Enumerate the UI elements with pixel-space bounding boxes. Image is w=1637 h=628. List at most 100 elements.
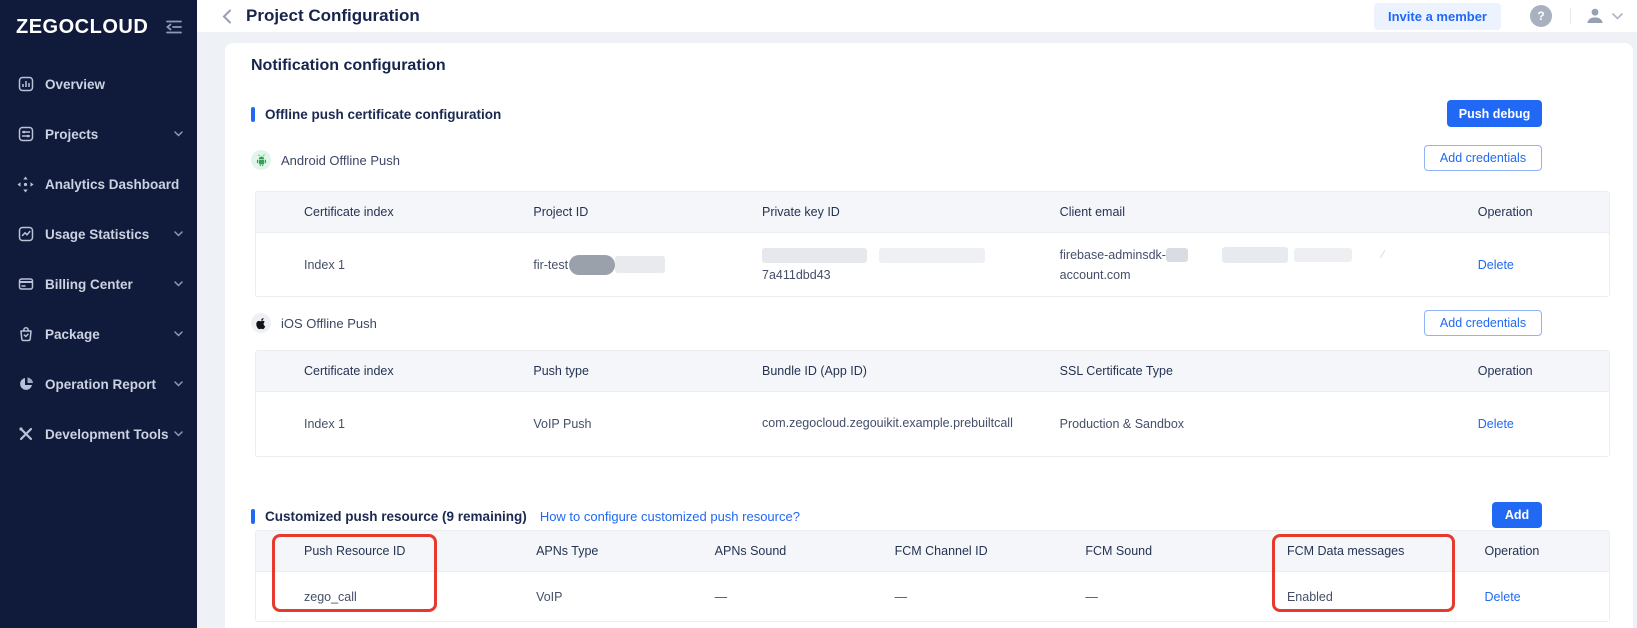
apns-sound-cell: — xyxy=(715,590,895,604)
delete-link[interactable]: Delete xyxy=(1484,590,1520,604)
column-header: Certificate index xyxy=(256,205,533,219)
redacted-blur xyxy=(762,248,867,263)
topbar-divider xyxy=(1570,8,1571,24)
ios-add-credentials-button[interactable]: Add credentials xyxy=(1424,310,1542,336)
android-offline-push-row: Android Offline Push xyxy=(251,147,400,173)
development-tools-icon xyxy=(17,426,34,442)
push-type-cell: VoIP Push xyxy=(533,417,762,431)
certificate-index-cell: Index 1 xyxy=(256,417,533,431)
delete-link[interactable]: Delete xyxy=(1478,417,1514,431)
bundle-id-cell: com.zegocloud.zegouikit.example.prebuilt… xyxy=(762,414,1014,433)
help-icon[interactable]: ? xyxy=(1530,5,1552,27)
column-header: APNs Sound xyxy=(715,544,895,558)
redacted-blur xyxy=(1222,247,1288,263)
notification-configuration-panel: Notification configuration Offline push … xyxy=(225,43,1633,628)
sidebar-item-label: Projects xyxy=(45,127,98,142)
redacted-blur xyxy=(569,255,615,275)
add-button[interactable]: Add xyxy=(1492,502,1542,528)
offline-push-section-header: Offline push certificate configuration xyxy=(251,100,501,128)
sidebar-item-overview[interactable]: Overview xyxy=(0,60,197,108)
column-header: Operation xyxy=(1478,364,1609,378)
sidebar-item-label: Analytics Dashboard xyxy=(45,177,179,192)
sidebar-item-label: Billing Center xyxy=(45,277,133,292)
android-offline-push-label: Android Offline Push xyxy=(281,153,400,168)
private-key-id-text: 7a411dbd43 xyxy=(762,268,1060,282)
redacted-blur xyxy=(615,256,665,273)
column-header: FCM Sound xyxy=(1085,544,1287,558)
column-header: SSL Certificate Type xyxy=(1060,364,1478,378)
back-icon[interactable] xyxy=(222,9,232,24)
column-header: FCM Channel ID xyxy=(895,544,1086,558)
analytics-dashboard-icon xyxy=(17,176,34,193)
column-header: Client email xyxy=(1060,205,1478,219)
redacted-blur xyxy=(1166,248,1188,262)
ios-table-header: Certificate index Push type Bundle ID (A… xyxy=(256,351,1609,392)
column-header: Bundle ID (App ID) xyxy=(762,364,1060,378)
redacted-blur xyxy=(1294,248,1352,262)
projects-icon xyxy=(17,126,34,142)
column-header: Push type xyxy=(533,364,762,378)
sidebar-item-label: Development Tools xyxy=(45,427,169,442)
account-chevron-down-icon[interactable] xyxy=(1612,13,1623,20)
ssl-certificate-type-cell: Production & Sandbox xyxy=(1060,417,1478,431)
fcm-channel-id-cell: — xyxy=(895,590,1086,604)
operation-cell: Delete xyxy=(1478,417,1609,431)
page-header-title: Project Configuration xyxy=(246,6,420,26)
user-avatar-icon[interactable] xyxy=(1583,4,1607,28)
collapse-sidebar-icon[interactable] xyxy=(165,20,183,34)
billing-center-icon xyxy=(17,276,34,292)
android-table-header: Certificate index Project ID Private key… xyxy=(256,192,1609,233)
sidebar-item-label: Package xyxy=(45,327,100,342)
column-header: Project ID xyxy=(533,205,762,219)
project-id-cell: fir-test xyxy=(533,255,762,275)
redacted-slash: ⁄ xyxy=(1382,249,1384,261)
ios-push-table: Certificate index Push type Bundle ID (A… xyxy=(255,350,1610,457)
zegocloud-logo: ZEGOCLOUD xyxy=(16,16,148,39)
invite-member-button[interactable]: Invite a member xyxy=(1374,3,1501,30)
push-debug-button[interactable]: Push debug xyxy=(1447,100,1542,127)
android-add-credentials-button[interactable]: Add credentials xyxy=(1424,145,1542,171)
section-page-title: Notification configuration xyxy=(251,57,446,75)
column-header: APNs Type xyxy=(536,544,715,558)
column-header: FCM Data messages xyxy=(1287,544,1485,558)
sidebar-item-analytics-dashboard[interactable]: Analytics Dashboard xyxy=(0,160,197,208)
sidebar: ZEGOCLOUD Overview xyxy=(0,0,197,628)
client-email-text: firebase-adminsdk- xyxy=(1060,248,1166,262)
overview-icon xyxy=(17,76,34,92)
sidebar-item-projects[interactable]: Projects xyxy=(0,110,197,158)
sidebar-item-label: Overview xyxy=(45,77,105,92)
sidebar-item-billing-center[interactable]: Billing Center xyxy=(0,260,197,308)
customized-push-table: Push Resource ID APNs Type APNs Sound FC… xyxy=(255,530,1610,622)
sidebar-item-label: Usage Statistics xyxy=(45,227,149,242)
customized-push-section-header: Customized push resource (9 remaining) H… xyxy=(251,503,800,529)
column-header: Operation xyxy=(1478,205,1609,219)
ios-offline-push-label: iOS Offline Push xyxy=(281,316,377,331)
redacted-line xyxy=(762,248,1060,263)
chevron-down-icon xyxy=(174,231,183,237)
ios-offline-push-row: iOS Offline Push xyxy=(251,310,377,336)
operation-cell: Delete xyxy=(1478,258,1609,272)
push-resource-id-cell: zego_call xyxy=(256,590,536,604)
usage-statistics-icon xyxy=(17,226,34,242)
operation-cell: Delete xyxy=(1484,590,1608,604)
sidebar-item-package[interactable]: Package xyxy=(0,310,197,358)
project-id-text: fir-test xyxy=(533,258,568,272)
offline-push-section-title: Offline push certificate configuration xyxy=(265,107,501,122)
column-header: Certificate index xyxy=(256,364,533,378)
fcm-sound-cell: — xyxy=(1085,590,1287,604)
how-to-configure-link[interactable]: How to configure customized push resourc… xyxy=(540,509,800,524)
topbar: Project Configuration Invite a member ? xyxy=(197,0,1637,33)
chevron-down-icon xyxy=(174,131,183,137)
sidebar-item-usage-statistics[interactable]: Usage Statistics xyxy=(0,210,197,258)
section-accent-bar xyxy=(251,509,255,524)
column-header: Private key ID xyxy=(762,205,1060,219)
sidebar-item-development-tools[interactable]: Development Tools xyxy=(0,410,197,458)
delete-link[interactable]: Delete xyxy=(1478,258,1514,272)
sidebar-item-operation-report[interactable]: Operation Report xyxy=(0,360,197,408)
table-row: Index 1 VoIP Push com.zegocloud.zegouiki… xyxy=(256,392,1609,456)
apple-icon xyxy=(251,313,271,333)
redacted-blur xyxy=(879,248,985,263)
sidebar-item-label: Operation Report xyxy=(45,377,156,392)
chevron-down-icon xyxy=(174,431,183,437)
column-header: Operation xyxy=(1484,544,1608,558)
